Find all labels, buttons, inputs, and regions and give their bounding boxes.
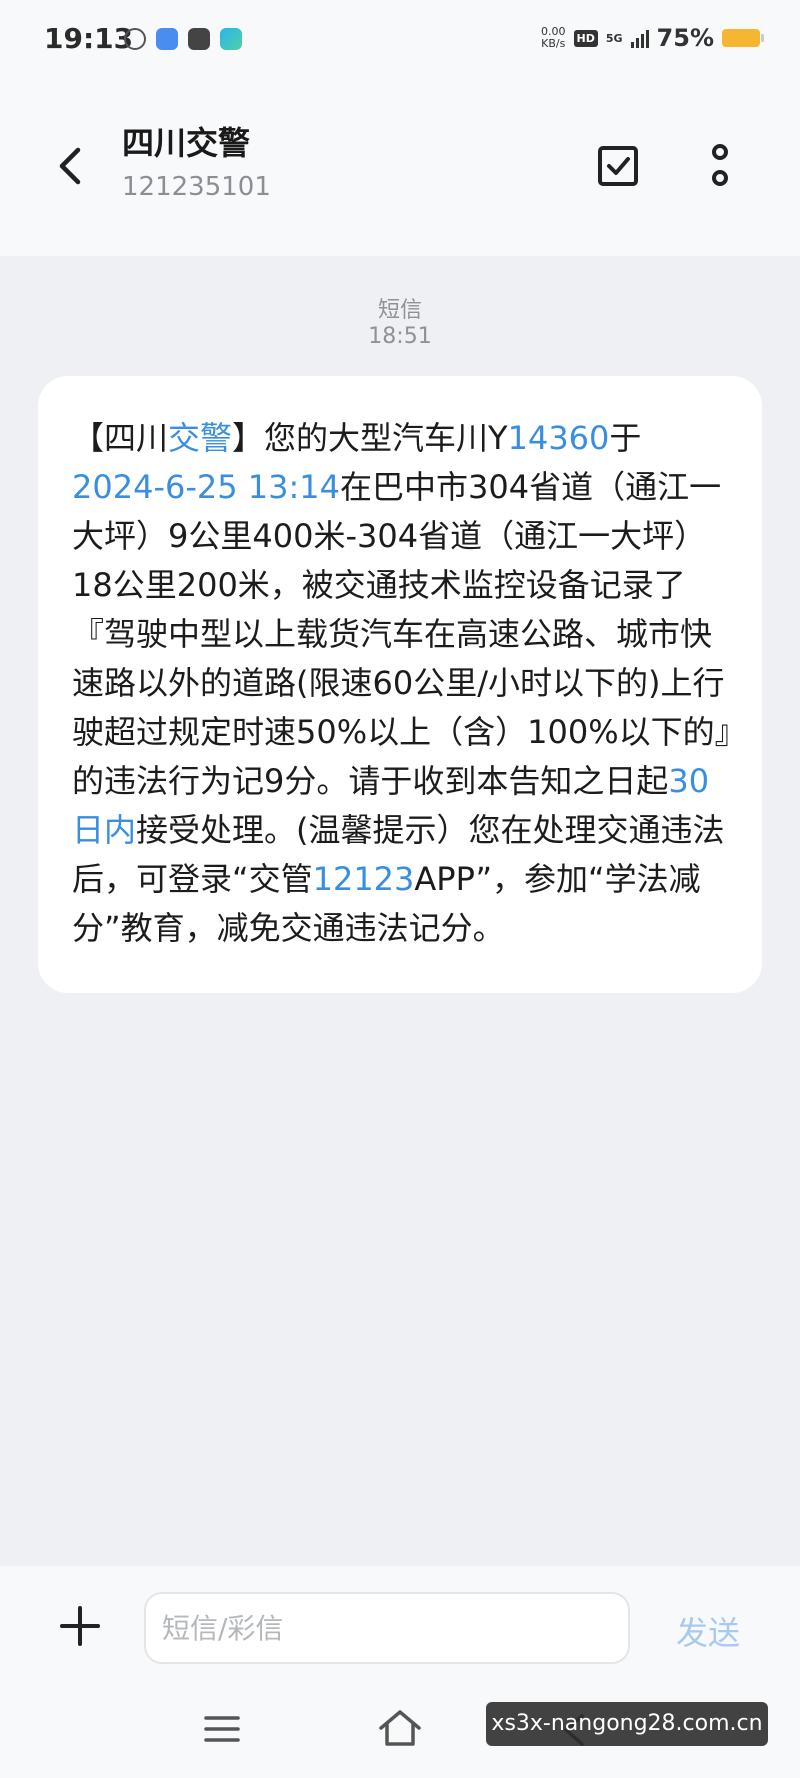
message-text: 】您的大型汽车川Y [232,419,508,457]
sender-name: 四川交警 [122,124,251,162]
network-speed: 0.00 KB/s [541,26,566,50]
menu-icon[interactable] [204,1714,240,1744]
add-attachment-icon[interactable] [58,1604,102,1648]
send-app-icon [220,28,242,50]
message-bubble[interactable]: 【四川交警】您的大型汽车川Y14360于 2024-6-25 13:14在巴中市3… [38,376,762,993]
checkbox-icon[interactable] [596,144,640,188]
hd-badge: HD [573,29,598,47]
mail-app-icon [188,28,210,50]
k-app-icon [124,28,146,50]
status-bar: 19:13 0.00 KB/s HD 5G 75% [0,0,800,84]
sender-number: 121235101 [122,172,271,202]
network-type: 5G [605,31,623,45]
back-arrow-icon[interactable] [50,144,90,188]
battery-icon [722,29,764,47]
sms-input[interactable] [144,1592,630,1664]
message-link[interactable]: 12123 [313,860,415,898]
more-vertical-icon[interactable] [702,142,738,190]
message-list[interactable]: 短信 18:51 【四川交警】您的大型汽车川Y14360于 2024-6-25 1… [0,256,800,1566]
home-icon[interactable] [378,1708,422,1748]
chat-app-icon [156,28,178,50]
conversation-header: 四川交警 121235101 [0,84,800,256]
battery-percent: 75% [656,24,714,52]
message-time: 18:51 [368,324,432,349]
message-link[interactable]: 2024-6-25 13:14 [72,468,340,506]
message-type-label: 短信 [377,298,422,323]
message-text: 在巴中市304省道（通江一大坪）9公里400米-304省道（通江一大坪）18公里… [72,468,731,800]
system-status: 0.00 KB/s HD 5G 75% [541,24,764,52]
message-text: 【四川 [72,419,169,457]
send-button[interactable]: 发送 [676,1608,740,1654]
message-text: 于 [609,419,642,457]
message-link[interactable]: 14360 [508,419,610,457]
composer-bar: 发送 [0,1566,800,1690]
message-link[interactable]: 交警 [168,419,232,457]
notification-icons [124,28,242,50]
watermark: xs3x-nangong28.com.cn [486,1702,768,1746]
signal-icon [630,28,649,48]
network-speed-unit: KB/s [541,37,566,50]
status-time: 19:13 [44,22,134,55]
